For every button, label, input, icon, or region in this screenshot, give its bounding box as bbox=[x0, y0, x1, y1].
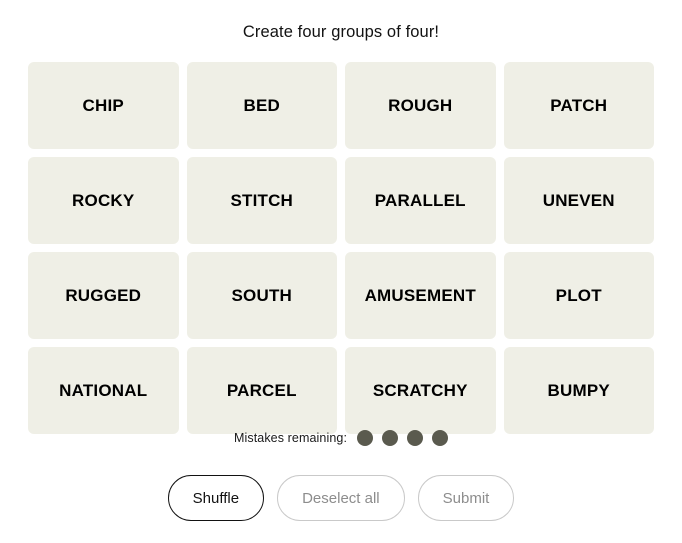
word-tile[interactable]: CHIP bbox=[28, 62, 179, 149]
word-tile-label: PLOT bbox=[555, 286, 602, 305]
word-tile-label: PARCEL bbox=[226, 381, 297, 400]
word-tile[interactable]: STITCH bbox=[186, 157, 337, 244]
word-tile-label: PATCH bbox=[550, 96, 608, 115]
word-tile[interactable]: PARCEL bbox=[186, 347, 337, 434]
word-tile-label: RUGGED bbox=[65, 286, 142, 305]
word-tile[interactable]: PATCH bbox=[503, 62, 654, 149]
word-tile[interactable]: ROUGH bbox=[345, 62, 496, 149]
word-tile[interactable]: SOUTH bbox=[186, 252, 337, 339]
word-tile-label: ROCKY bbox=[72, 191, 135, 210]
word-tile[interactable]: PARALLEL bbox=[345, 157, 496, 244]
word-tile-label: BUMPY bbox=[547, 381, 610, 400]
word-grid: CHIP BED ROUGH PATCH ROCKY STITCH PARALL… bbox=[28, 62, 654, 434]
word-tile-label: NATIONAL bbox=[59, 381, 148, 400]
mistakes-remaining-label: Mistakes remaining: bbox=[233, 431, 348, 445]
word-tile[interactable]: UNEVEN bbox=[503, 157, 654, 244]
mistake-dot-icon bbox=[382, 430, 399, 446]
connections-game: Create four groups of four! CHIP BED ROU… bbox=[0, 0, 682, 543]
control-buttons: Shuffle Deselect all Submit bbox=[0, 475, 682, 521]
word-tile-label: SCRATCHY bbox=[372, 381, 468, 400]
word-tile[interactable]: BED bbox=[186, 62, 337, 149]
word-tile-label: SOUTH bbox=[231, 286, 292, 305]
submit-button[interactable]: Submit bbox=[417, 475, 515, 521]
word-tile-label: BED bbox=[243, 96, 280, 115]
deselect-all-button[interactable]: Deselect all bbox=[277, 475, 405, 521]
word-tile[interactable]: BUMPY bbox=[503, 347, 654, 434]
word-tile[interactable]: RUGGED bbox=[28, 252, 179, 339]
word-tile[interactable]: PLOT bbox=[503, 252, 654, 339]
mistakes-dot-group bbox=[357, 430, 449, 446]
mistakes-remaining: Mistakes remaining: bbox=[0, 430, 682, 446]
page-title: Create four groups of four! bbox=[242, 23, 440, 41]
word-tile-label: PARALLEL bbox=[374, 191, 466, 210]
word-tile[interactable]: ROCKY bbox=[28, 157, 179, 244]
word-tile[interactable]: AMUSEMENT bbox=[345, 252, 496, 339]
mistake-dot-icon bbox=[407, 430, 424, 446]
word-tile-label: STITCH bbox=[230, 191, 294, 210]
word-tile[interactable]: NATIONAL bbox=[28, 347, 179, 434]
mistake-dot-icon bbox=[357, 430, 374, 446]
shuffle-button[interactable]: Shuffle bbox=[167, 475, 265, 521]
word-tile-label: UNEVEN bbox=[542, 191, 615, 210]
word-tile[interactable]: SCRATCHY bbox=[345, 347, 496, 434]
mistake-dot-icon bbox=[432, 430, 449, 446]
word-tile-label: ROUGH bbox=[388, 96, 453, 115]
word-tile-label: CHIP bbox=[82, 96, 124, 115]
word-tile-label: AMUSEMENT bbox=[364, 286, 476, 305]
